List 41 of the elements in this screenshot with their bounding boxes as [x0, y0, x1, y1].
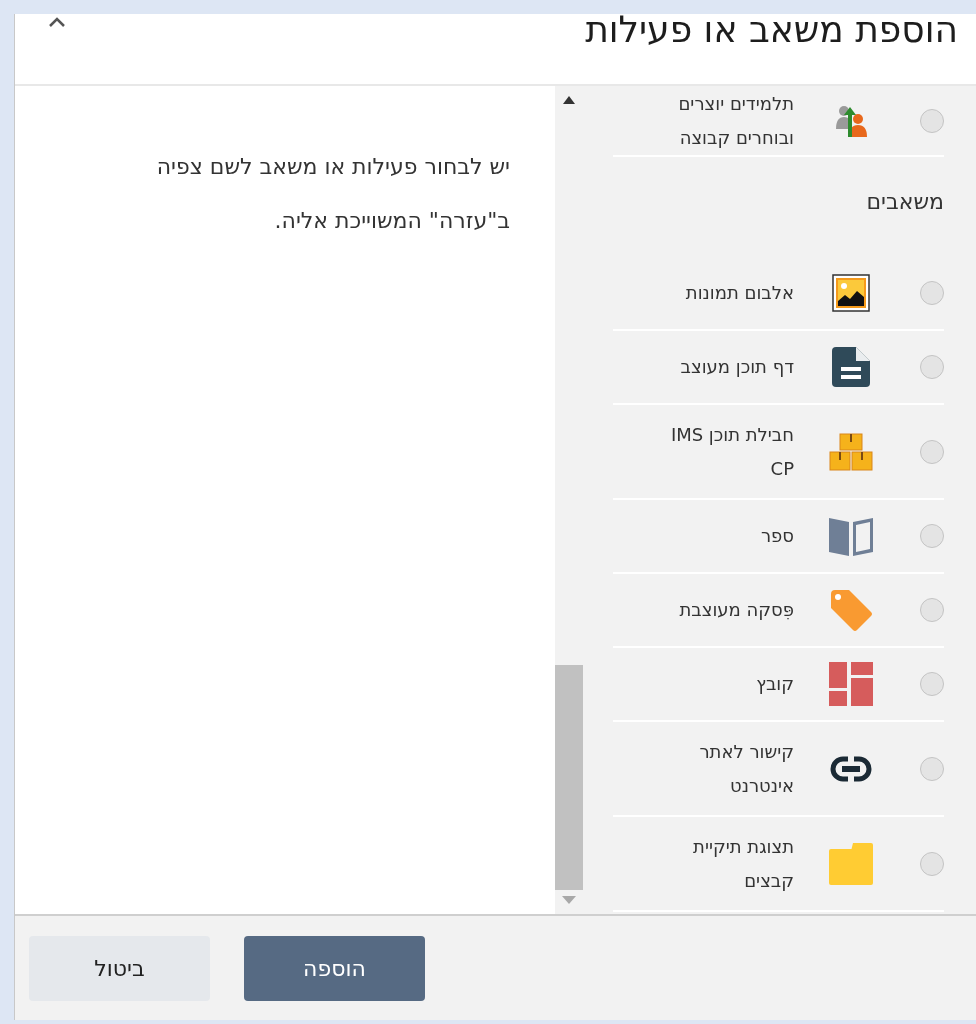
module-option[interactable]: קובץ: [613, 648, 944, 722]
close-button[interactable]: [47, 16, 67, 28]
radio-button[interactable]: [920, 355, 944, 379]
document-icon: [832, 347, 870, 387]
module-option[interactable]: תלמידים יוצרים ובוחרים קבוצה: [613, 86, 944, 157]
option-label: ספר: [759, 524, 794, 548]
module-option[interactable]: דף תוכן מעוצב: [613, 331, 944, 405]
radio-button[interactable]: [920, 598, 944, 622]
option-label: פִּסקה מעוצבת: [678, 598, 794, 622]
radio-button[interactable]: [920, 439, 944, 464]
module-option[interactable]: ספר: [613, 500, 944, 574]
option-label: קישור לאתר אינטרנט: [698, 739, 794, 798]
radio-button[interactable]: [920, 756, 944, 781]
radio-button[interactable]: [920, 281, 944, 305]
module-option[interactable]: תצוגת תיקיית קבצים: [613, 817, 944, 912]
cancel-button[interactable]: ביטול: [29, 936, 210, 1001]
tag-icon: [829, 588, 873, 632]
book-icon: [829, 516, 873, 556]
option-label: תלמידים יוצרים ובוחרים קבוצה: [677, 91, 794, 150]
boxes-icon: [829, 432, 873, 471]
tiles-icon: [829, 662, 873, 706]
folder-icon: [829, 842, 873, 885]
help-text: יש לבחור פעילות או משאב לשם צפיה ב"עזרה" המשוייכת אליה.: [155, 153, 510, 235]
option-label: חבילת תוכן IMS CP: [669, 422, 794, 481]
radio-button[interactable]: [920, 851, 944, 876]
option-label: אלבום תמונות: [684, 281, 794, 305]
radio-button[interactable]: [920, 108, 944, 133]
module-option[interactable]: קישור לאתר אינטרנט: [613, 722, 944, 817]
link-icon: [830, 755, 872, 782]
module-option[interactable]: פִּסקה מעוצבת: [613, 574, 944, 648]
option-label: קובץ: [755, 672, 794, 696]
option-label: דף תוכן מעוצב: [679, 355, 794, 379]
section-heading: משאבים: [865, 188, 944, 216]
option-label: תצוגת תיקיית קבצים: [692, 834, 794, 893]
add-button[interactable]: הוספה: [244, 936, 425, 1001]
image-icon: [832, 271, 870, 315]
dialog-title: הוספת משאב או פעילות: [585, 14, 958, 50]
module-option[interactable]: חבילת תוכן IMS CP: [613, 405, 944, 500]
radio-button[interactable]: [920, 524, 944, 548]
radio-button[interactable]: [920, 672, 944, 696]
module-option[interactable]: אלבום תמונות: [613, 257, 944, 331]
